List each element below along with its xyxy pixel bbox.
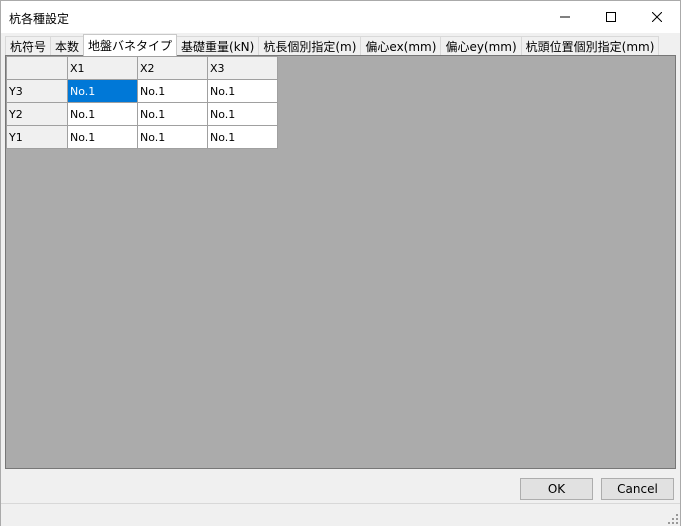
title-bar: 杭各種設定: [1, 1, 680, 33]
tab-label: 杭符号: [10, 40, 47, 54]
row-header[interactable]: Y2: [6, 102, 68, 126]
grid-cell[interactable]: No.1: [137, 102, 208, 126]
tab-label: 基礎重量(kN): [181, 40, 255, 54]
tab-pile-length[interactable]: 杭長個別指定(m): [258, 36, 362, 56]
row-header[interactable]: Y3: [6, 79, 68, 103]
grid-cell[interactable]: No.1: [137, 125, 208, 149]
tab-label: 偏心ex(mm): [365, 40, 437, 54]
grid-cell[interactable]: No.1: [67, 79, 138, 103]
column-header[interactable]: X2: [137, 56, 208, 80]
tab-count[interactable]: 本数: [50, 36, 85, 56]
status-bar: [1, 503, 680, 526]
tab-eccentric-ey[interactable]: 偏心ey(mm): [440, 36, 522, 56]
grid-corner: [6, 56, 68, 80]
grid-cell[interactable]: No.1: [137, 79, 208, 103]
tab-label: 地盤バネタイプ: [88, 39, 173, 53]
tab-label: 本数: [55, 40, 80, 54]
tab-foundation-weight[interactable]: 基礎重量(kN): [176, 36, 260, 56]
cancel-button[interactable]: Cancel: [601, 478, 674, 500]
column-header[interactable]: X3: [207, 56, 278, 80]
grid-panel: X1 X2 X3 Y3 No.1 No.1 No.1 Y2 No.1 No.1 …: [5, 55, 676, 469]
maximize-button[interactable]: [588, 1, 634, 33]
close-button[interactable]: [634, 1, 680, 33]
close-icon: [652, 12, 662, 22]
data-grid: X1 X2 X3 Y3 No.1 No.1 No.1 Y2 No.1 No.1 …: [6, 56, 278, 149]
column-header[interactable]: X1: [67, 56, 138, 80]
tab-pile-code[interactable]: 杭符号: [5, 36, 52, 56]
maximize-icon: [606, 12, 616, 22]
table-row: Y2 No.1 No.1 No.1: [6, 102, 278, 126]
header-row: X1 X2 X3: [6, 56, 278, 80]
minimize-icon: [560, 16, 570, 18]
grid-cell[interactable]: No.1: [67, 125, 138, 149]
resize-grip-icon[interactable]: [668, 514, 678, 524]
tab-ground-spring-type[interactable]: 地盤バネタイプ: [83, 34, 178, 56]
table-row: Y3 No.1 No.1 No.1: [6, 79, 278, 103]
tab-pile-head-position[interactable]: 杭頭位置個別指定(mm): [520, 36, 660, 56]
tab-strip: 杭符号 本数 地盤バネタイプ 基礎重量(kN) 杭長個別指定(m) 偏心ex(m…: [5, 34, 660, 56]
dialog-window: 杭各種設定 杭符号 本数 地盤バネタイプ 基礎重量(kN) 杭長個別指定(m) …: [0, 0, 681, 526]
tab-label: 偏心ey(mm): [445, 40, 517, 54]
tab-eccentric-ex[interactable]: 偏心ex(mm): [360, 36, 442, 56]
table-row: Y1 No.1 No.1 No.1: [6, 125, 278, 149]
tab-label: 杭長個別指定(m): [263, 40, 357, 54]
grid-cell[interactable]: No.1: [207, 125, 278, 149]
ok-button[interactable]: OK: [520, 478, 593, 500]
grid-cell[interactable]: No.1: [67, 102, 138, 126]
window-title: 杭各種設定: [9, 12, 70, 26]
grid-cell[interactable]: No.1: [207, 102, 278, 126]
minimize-button[interactable]: [542, 1, 588, 33]
tab-label: 杭頭位置個別指定(mm): [525, 40, 655, 54]
grid-cell[interactable]: No.1: [207, 79, 278, 103]
row-header[interactable]: Y1: [6, 125, 68, 149]
